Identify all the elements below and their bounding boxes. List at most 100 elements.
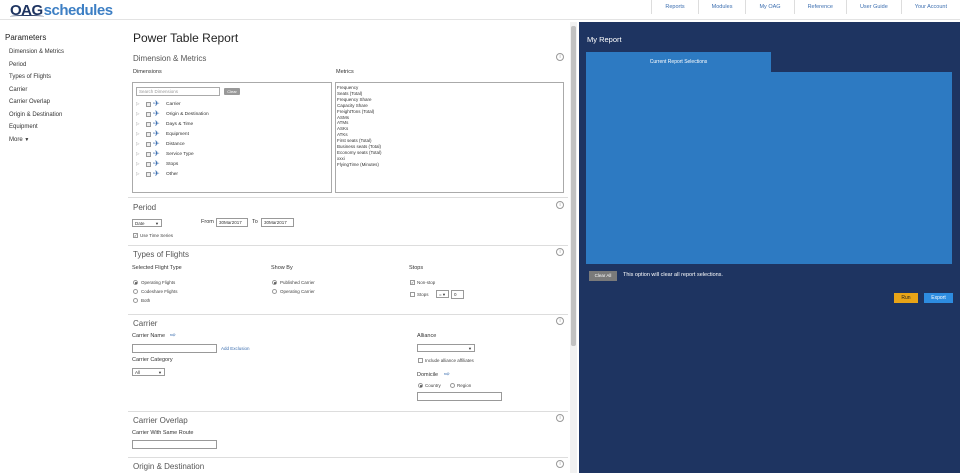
info-icon[interactable]: i [556,414,564,422]
dimensions-box: Search Dimensions Clear ▷ ✈ Carrier ▷ ✈ Orig… [132,82,332,193]
dimension-item[interactable]: ▷ ✈ Stops [136,160,246,169]
expand-arrow-icon[interactable]: ▷ [136,101,139,107]
my-report-title: My Report [587,35,622,44]
dimension-label: Equipment [166,132,189,137]
param-link-dimension-metrics[interactable]: Dimension & Metrics [9,46,120,59]
operating-carrier-radio[interactable] [272,289,277,294]
search-dimensions-input[interactable]: Search Dimensions [136,87,220,96]
expand-arrow-icon[interactable]: ▷ [136,111,139,117]
include-affiliates-checkbox[interactable] [418,358,423,363]
region-radio[interactable] [450,383,455,388]
carrier-category-select[interactable]: All ▼ [132,368,165,376]
period-type-select[interactable]: Date ▼ [132,219,162,227]
nonstop-checkbox[interactable]: ✓ [410,280,415,285]
expand-arrow-icon[interactable]: ▷ [136,141,139,147]
carrier-title: Carrier [133,319,158,328]
parameters-title: Parameters [5,33,47,42]
dimension-checkbox[interactable] [146,172,151,177]
codeshare-flights-label: Codeshare Flights [141,289,178,294]
param-link-period[interactable]: Period [9,59,120,72]
period-title: Period [133,203,157,212]
both-flights-radio[interactable] [133,298,138,303]
clear-search-button[interactable]: Clear [224,88,240,95]
dimensions-label: Dimensions [133,69,162,75]
carrier-lookup-icon[interactable]: ⇨ [170,331,176,339]
operating-flights-label: Operating Flights [141,280,176,285]
clear-all-button[interactable]: Clear All [589,271,617,281]
dimension-item[interactable]: ▷ ✈ Distance [136,140,246,149]
param-link-carrier-overlap[interactable]: Carrier Overlap [9,96,120,109]
my-report-panel: My Report Current Report Selections Clea… [579,22,960,473]
nav-user-guide[interactable]: User Guide [845,0,901,14]
to-date-input[interactable]: 30Mar2017 [261,218,294,227]
from-date-input[interactable]: 30Mar2017 [216,218,248,227]
run-button[interactable]: Run [894,293,918,303]
operating-flights-radio[interactable] [133,280,138,285]
time-series-checkbox[interactable]: ✓ [133,233,138,238]
codeshare-flights-radio[interactable] [133,289,138,294]
param-link-carrier[interactable]: Carrier [9,84,120,97]
both-flights-label: Both [141,298,151,303]
expand-arrow-icon[interactable]: ▷ [136,151,139,157]
expand-arrow-icon[interactable]: ▷ [136,131,139,137]
info-icon[interactable]: i [556,317,564,325]
dimension-item[interactable]: ▷ ✈ Origin & Destination [136,110,246,119]
expand-arrow-icon[interactable]: ▷ [136,161,139,167]
dimension-label: Carrier [166,102,181,107]
region-label: Region [457,383,472,388]
divider [128,411,568,412]
dimension-checkbox[interactable] [146,102,151,107]
param-link-origin-destination[interactable]: Origin & Destination [9,109,120,122]
published-carrier-radio[interactable] [272,280,277,285]
info-icon[interactable]: i [556,248,564,256]
dimension-checkbox[interactable] [146,132,151,137]
nav-modules[interactable]: Modules [697,0,746,14]
show-by-label: Show By [271,265,293,271]
tab-current-report-selections[interactable]: Current Report Selections [586,52,771,72]
dimension-item[interactable]: ▷ ✈ Days & Time [136,120,246,129]
scrollbar-thumb[interactable] [571,26,576,346]
stops-checkbox[interactable] [410,292,415,297]
same-route-input[interactable] [132,440,217,449]
time-series-label: Use Time Series [140,233,174,238]
expand-arrow-icon[interactable]: ▷ [136,121,139,127]
info-icon[interactable]: i [556,460,564,468]
chevron-down-icon: ▼ [442,292,446,297]
stops-operator-select[interactable]: = ▼ [436,290,449,298]
info-icon[interactable]: i [556,53,564,61]
dimension-item[interactable]: ▷ ✈ Service Type [136,150,246,159]
report-selections-area [586,72,952,264]
dimension-checkbox[interactable] [146,122,151,127]
stops-value-input[interactable]: 0 [451,290,464,299]
dimension-label: Days & Time [166,122,194,127]
dimension-item[interactable]: ▷ ✈ Carrier [136,100,246,109]
info-icon[interactable]: i [556,201,564,209]
nav-your-account[interactable]: Your Account [900,0,960,14]
param-link-equipment[interactable]: Equipment [9,121,120,134]
dimension-item[interactable]: ▷ ✈ Equipment [136,130,246,139]
param-link-more[interactable]: More ▼ [9,134,120,147]
expand-arrow-icon[interactable]: ▷ [136,171,139,177]
carrier-name-input[interactable] [132,344,217,353]
nav-reports[interactable]: Reports [651,0,697,14]
dimension-checkbox[interactable] [146,152,151,157]
stops-checkbox-label: Stops [417,292,429,297]
nav-my-oag[interactable]: My OAG [745,0,793,14]
dimension-item[interactable]: ▷ ✈ Other [136,170,246,179]
metric-item[interactable]: FlyingTime (Minutes) [337,162,562,168]
alliance-select[interactable]: ▼ [417,344,475,352]
param-link-types-of-flights[interactable]: Types of Flights [9,71,120,84]
dimension-checkbox[interactable] [146,112,151,117]
metrics-list: Frequency Seats (Total) Frequency Share … [335,82,564,193]
plane-icon: ✈ [153,119,160,128]
dimension-checkbox[interactable] [146,142,151,147]
nav-reference[interactable]: Reference [793,0,846,14]
dimension-checkbox[interactable] [146,162,151,167]
export-button[interactable]: Export [924,293,953,303]
country-radio[interactable] [418,383,423,388]
domicile-lookup-icon[interactable]: ⇨ [444,370,450,378]
add-exclusion-link[interactable]: Add Exclusion [221,346,250,351]
published-carrier-label: Published Carrier [280,280,315,285]
plane-icon: ✈ [153,159,160,168]
domicile-input[interactable] [417,392,502,401]
